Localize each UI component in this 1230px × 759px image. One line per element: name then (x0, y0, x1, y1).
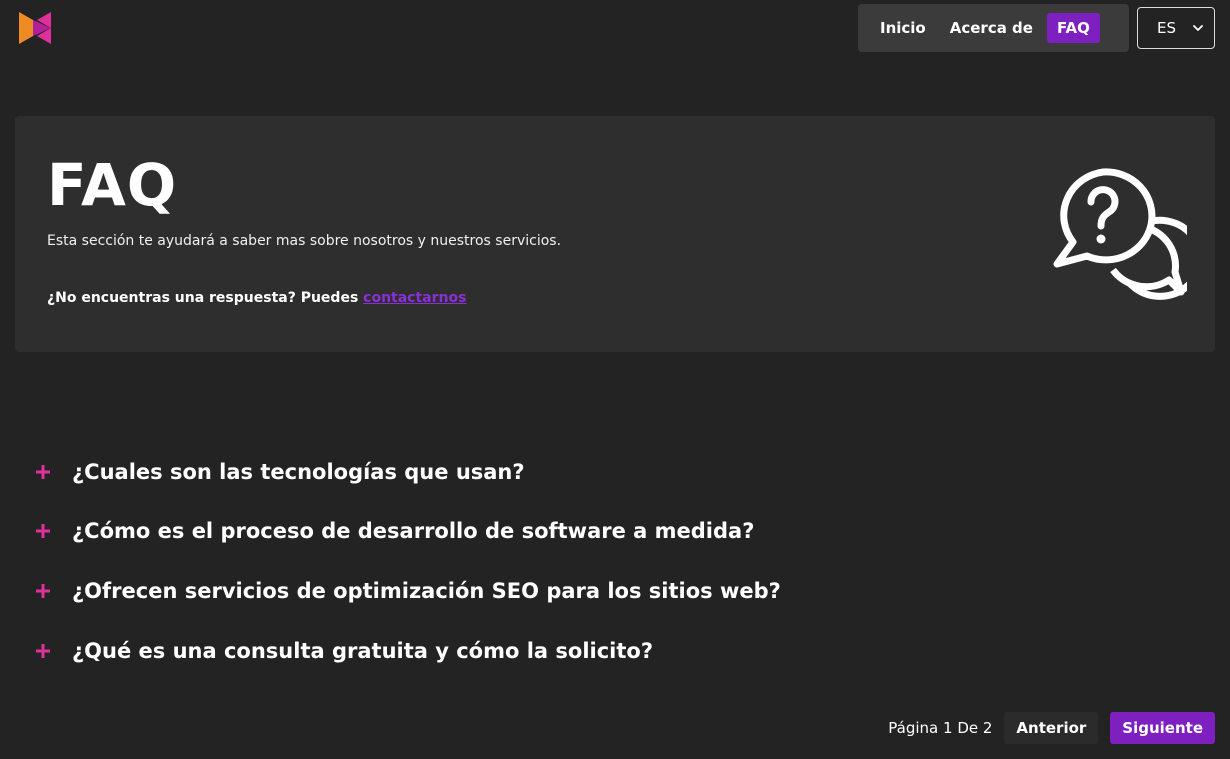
faq-question[interactable]: ¿Qué es una consulta gratuita y cómo la … (72, 639, 653, 663)
plus-icon[interactable] (36, 583, 50, 598)
faq-question[interactable]: ¿Cuales son las tecnologías que usan? (72, 460, 525, 484)
pagination-info: Página 1 De 2 (888, 719, 993, 737)
previous-page-button[interactable]: Anterior (1004, 712, 1099, 744)
hero-description: Esta sección te ayudará a saber mas sobr… (47, 233, 562, 249)
contact-link[interactable]: contactarnos (363, 290, 466, 306)
faq-item[interactable]: ¿Cuales son las tecnologías que usan? (36, 442, 1036, 502)
contact-prefix: ¿No encuentras una respuesta? Puedes (47, 290, 364, 306)
plus-icon[interactable] (36, 524, 50, 539)
page-title: FAQ (47, 151, 178, 219)
question-chat-bubbles-icon (1053, 168, 1187, 300)
pagination: Página 1 De 2 Anterior Siguiente (888, 712, 1215, 744)
k-logo-icon[interactable] (17, 10, 53, 46)
faq-question[interactable]: ¿Cómo es el proceso de desarrollo de sof… (72, 519, 754, 543)
language-selected-value: ES (1157, 19, 1176, 37)
nav-item-faq[interactable]: FAQ (1046, 13, 1100, 43)
faq-item[interactable]: ¿Cómo es el proceso de desarrollo de sof… (36, 502, 1036, 562)
nav-item-acerca-de[interactable]: Acerca de (940, 13, 1043, 43)
faq-item[interactable]: ¿Ofrecen servicios de optimización SEO p… (36, 561, 1036, 621)
faq-item[interactable]: ¿Qué es una consulta gratuita y cómo la … (36, 621, 1036, 681)
plus-icon[interactable] (36, 464, 50, 479)
nav-item-inicio[interactable]: Inicio (870, 13, 936, 43)
faq-hero-card: FAQ Esta sección te ayudará a saber mas … (15, 116, 1215, 352)
hero-contact-text: ¿No encuentras una respuesta? Puedes con… (47, 290, 466, 306)
main-nav: Inicio Acerca de FAQ (858, 4, 1129, 52)
next-page-button[interactable]: Siguiente (1110, 712, 1215, 744)
language-select[interactable]: ES (1137, 7, 1215, 49)
faq-list: ¿Cuales son las tecnologías que usan? ¿C… (36, 442, 1036, 680)
plus-icon[interactable] (36, 643, 50, 658)
faq-question[interactable]: ¿Ofrecen servicios de optimización SEO p… (72, 579, 781, 603)
chevron-down-icon (1193, 25, 1203, 31)
